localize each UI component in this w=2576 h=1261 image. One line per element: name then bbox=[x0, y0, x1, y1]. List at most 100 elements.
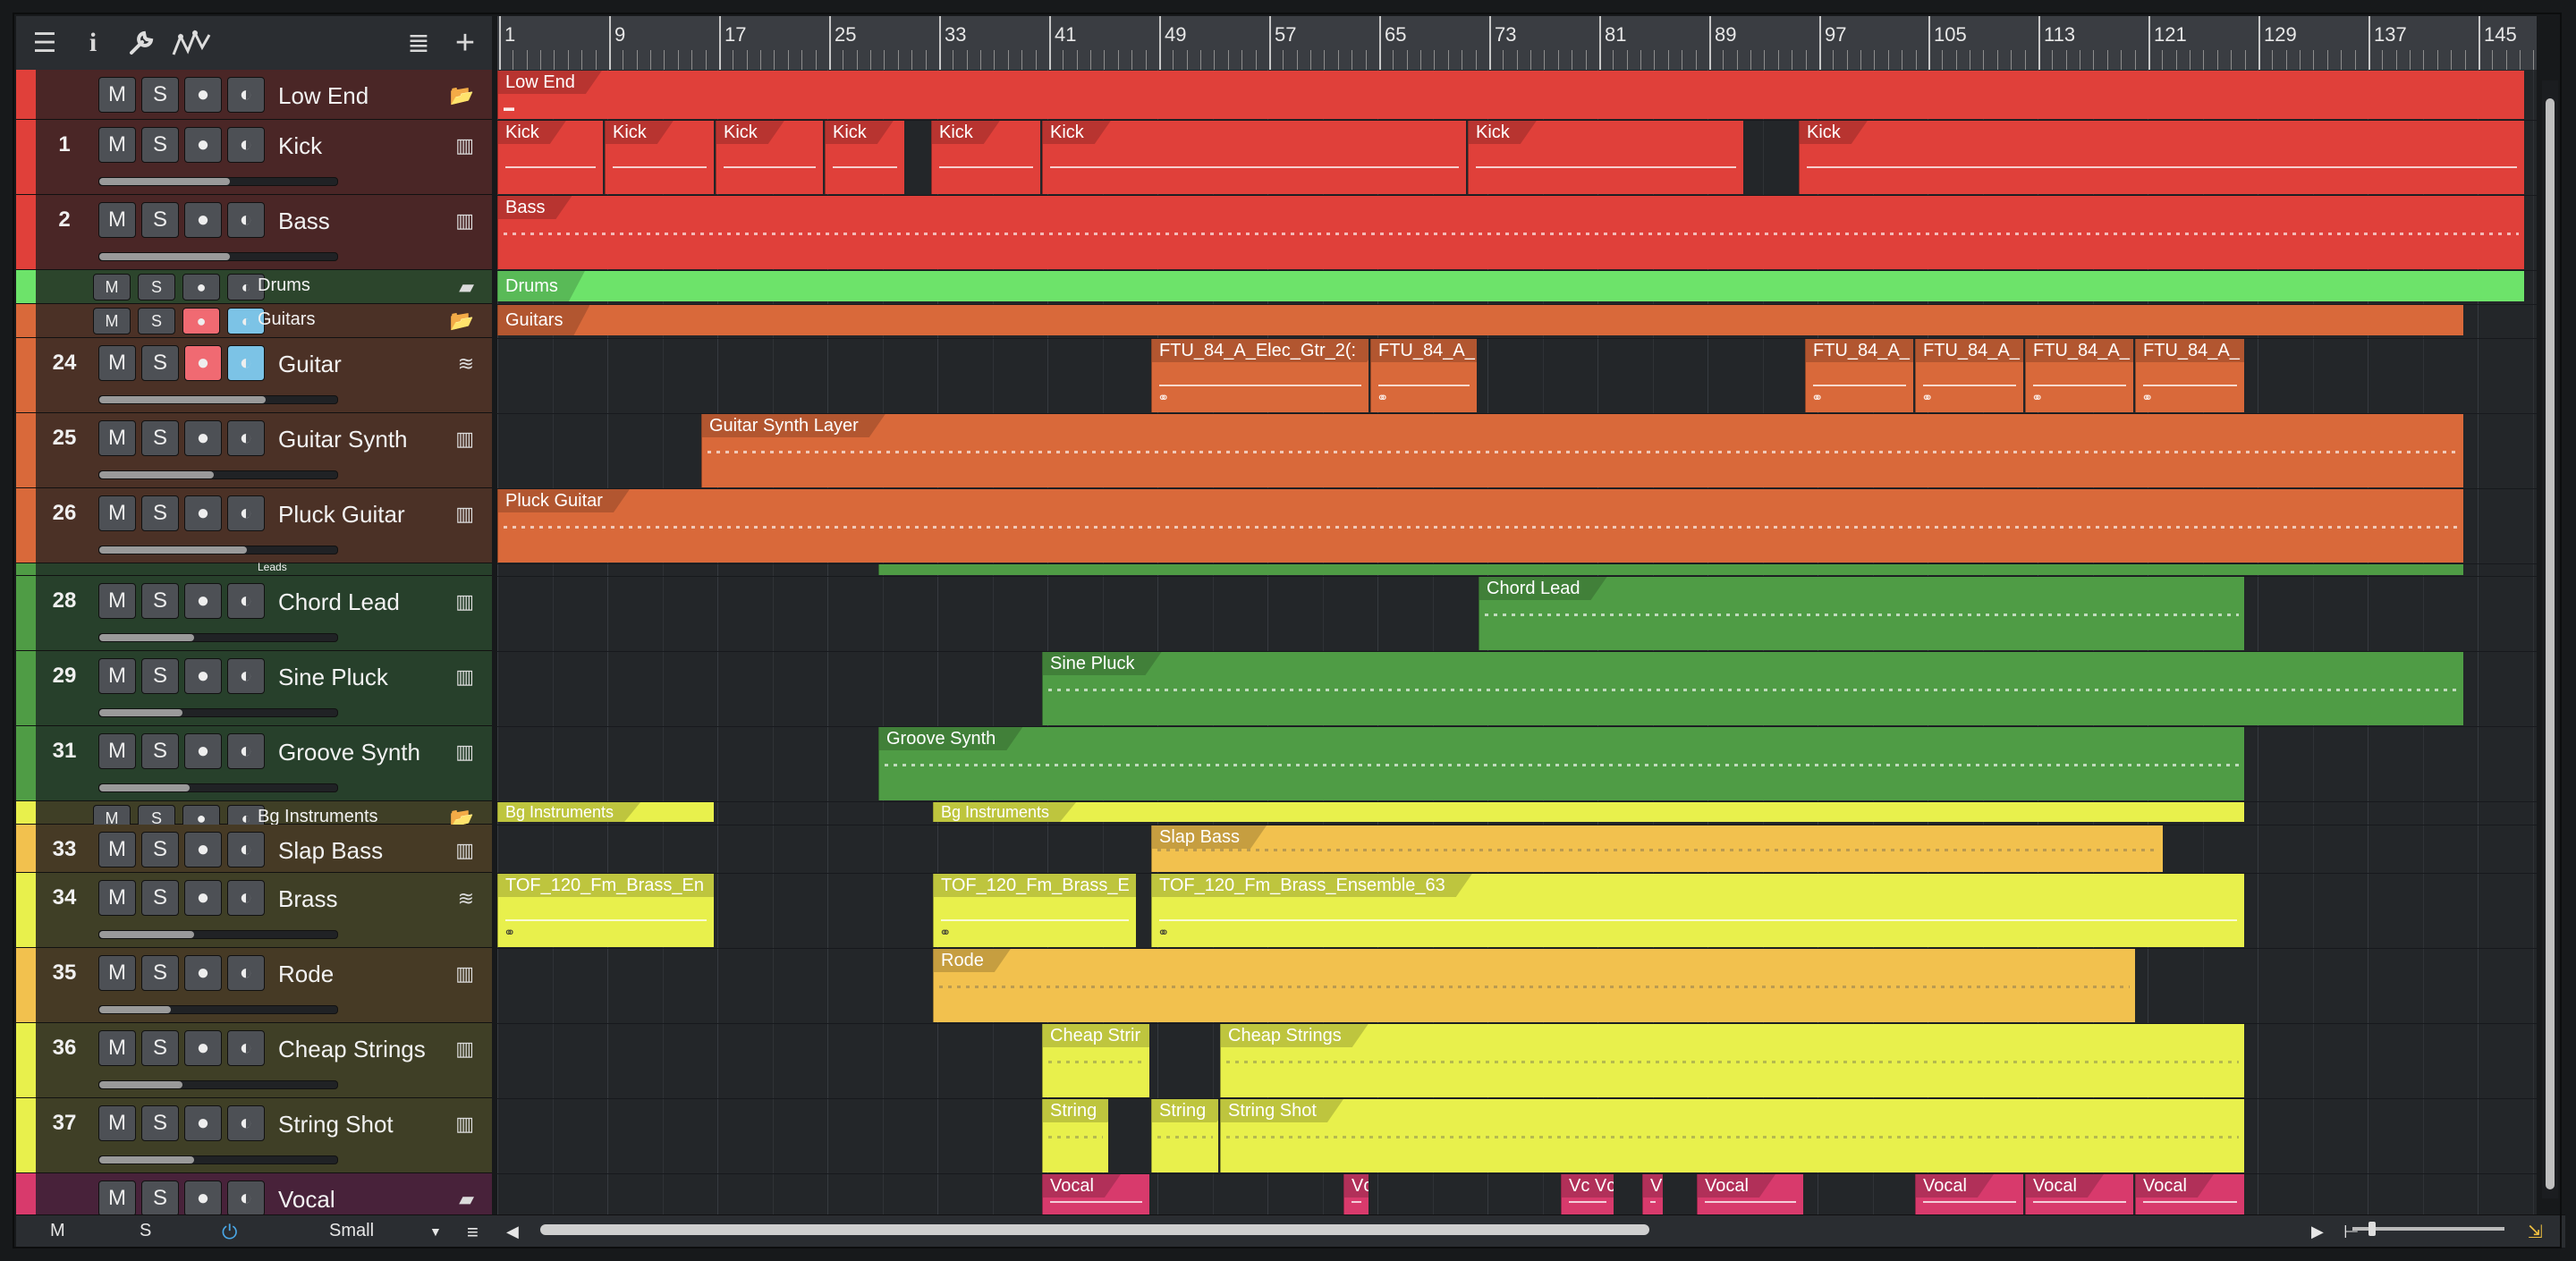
mute-button[interactable]: M bbox=[98, 420, 136, 456]
automation-icon[interactable] bbox=[172, 25, 211, 61]
track-row-rode[interactable]: M S ● ◐ 35 Rode ▥ bbox=[16, 948, 492, 1023]
track-row-kick[interactable]: M S ● ◐ 1 Kick ▥ bbox=[16, 120, 492, 195]
track-color-strip[interactable] bbox=[16, 1173, 36, 1214]
record-arm-button[interactable]: ● bbox=[182, 274, 220, 300]
monitor-button[interactable]: ◐ bbox=[227, 77, 265, 113]
clip-vocal[interactable]: Vocal bbox=[2135, 1174, 2244, 1214]
clip-tof-120-fm-brass-ensemble-63[interactable]: TOF_120_Fm_Brass_E ⚭ bbox=[933, 874, 1136, 947]
clip-sine-pluck[interactable]: Sine Pluck bbox=[1042, 652, 2463, 725]
clip-vocal[interactable]: Vc Vc bbox=[1561, 1174, 1614, 1214]
mute-button[interactable]: M bbox=[93, 274, 131, 300]
track-name[interactable]: Vocal bbox=[278, 1186, 335, 1214]
track-name[interactable]: Sine Pluck bbox=[278, 664, 388, 691]
monitor-button[interactable]: ◐ bbox=[227, 658, 265, 694]
solo-button[interactable]: S bbox=[141, 77, 179, 113]
mute-button[interactable]: M bbox=[98, 955, 136, 991]
clip-bass[interactable]: Bass bbox=[497, 196, 2524, 269]
volume-fader[interactable] bbox=[98, 783, 338, 792]
monitor-button[interactable]: ◐ bbox=[227, 955, 265, 991]
list-icon[interactable]: ≣ bbox=[399, 25, 438, 61]
monitor-button[interactable]: ◐ bbox=[227, 495, 265, 531]
clip-bg-instruments[interactable]: Bg Instruments bbox=[933, 802, 2244, 822]
mute-button[interactable]: M bbox=[98, 202, 136, 238]
track-name[interactable]: Groove Synth bbox=[278, 739, 420, 766]
clip-vocal[interactable]: Vc bbox=[1642, 1174, 1663, 1214]
clip-ftu-84-a-elec-gtr-2-[interactable]: FTU_84_A_ ⚭ bbox=[1915, 339, 2023, 412]
solo-button[interactable]: S bbox=[141, 583, 179, 619]
record-arm-button[interactable]: ● bbox=[184, 1181, 222, 1214]
track-color-strip[interactable] bbox=[16, 563, 36, 575]
monitor-button[interactable]: ◐ bbox=[227, 127, 265, 163]
volume-fader[interactable] bbox=[98, 252, 338, 261]
scroll-right-icon[interactable]: ▶ bbox=[2311, 1223, 2324, 1241]
clip-cheap-strings[interactable]: Cheap Strir bbox=[1042, 1024, 1149, 1097]
clip-kick[interactable]: Kick bbox=[716, 121, 823, 194]
clip-guitar-synth-layer[interactable]: Guitar Synth Layer bbox=[701, 414, 2463, 487]
clip-ftu-84-a-elec-gtr-2-[interactable]: FTU_84_A_ ⚭ bbox=[2135, 339, 2244, 412]
track-color-strip[interactable] bbox=[16, 1023, 36, 1097]
clip-vocal[interactable]: Vocal bbox=[1042, 1174, 1149, 1214]
track-color-strip[interactable] bbox=[16, 120, 36, 194]
record-arm-button[interactable]: ● bbox=[184, 955, 222, 991]
solo-button[interactable]: S bbox=[141, 955, 179, 991]
solo-button[interactable]: S bbox=[141, 495, 179, 531]
add-icon[interactable]: + bbox=[445, 24, 485, 62]
record-arm-button[interactable]: ● bbox=[184, 420, 222, 456]
track-name[interactable]: Slap Bass bbox=[278, 837, 383, 865]
volume-fader[interactable] bbox=[98, 930, 338, 939]
record-arm-button[interactable]: ● bbox=[184, 202, 222, 238]
mute-button[interactable]: M bbox=[98, 127, 136, 163]
zoom-slider-handle[interactable] bbox=[2368, 1222, 2376, 1236]
mute-button[interactable]: M bbox=[98, 880, 136, 916]
clip-kick[interactable]: Kick bbox=[605, 121, 714, 194]
track-color-strip[interactable] bbox=[16, 195, 36, 269]
clip-region[interactable] bbox=[878, 564, 2463, 575]
track-size-select[interactable]: Small bbox=[329, 1221, 374, 1241]
track-name[interactable]: Leads bbox=[258, 561, 287, 573]
track-color-strip[interactable] bbox=[16, 726, 36, 800]
solo-button[interactable]: S bbox=[138, 308, 175, 334]
track-name[interactable]: Chord Lead bbox=[278, 588, 400, 616]
track-name[interactable]: Guitar bbox=[278, 351, 342, 378]
mute-button[interactable]: M bbox=[98, 345, 136, 381]
mute-button[interactable]: M bbox=[93, 308, 131, 334]
mute-button[interactable]: M bbox=[98, 77, 136, 113]
clip-string-shot[interactable]: String Shot bbox=[1220, 1099, 2244, 1172]
track-row-slap-bass[interactable]: M S ● ◐ 33 Slap Bass ▥ bbox=[16, 825, 492, 873]
clip-low-end[interactable]: Low End ▬ bbox=[497, 71, 2524, 119]
track-row-cheap-strings[interactable]: M S ● ◐ 36 Cheap Strings ▥ bbox=[16, 1023, 492, 1098]
clip-kick[interactable]: Kick bbox=[1468, 121, 1743, 194]
info-icon[interactable]: i bbox=[73, 25, 113, 61]
volume-fader[interactable] bbox=[98, 395, 338, 404]
mute-button[interactable]: M bbox=[98, 1030, 136, 1066]
list-options-icon[interactable]: ≡ bbox=[467, 1221, 479, 1244]
track-name[interactable]: Bass bbox=[278, 207, 330, 235]
global-solo-button[interactable]: S bbox=[140, 1221, 151, 1241]
monitor-button[interactable]: ◐ bbox=[227, 832, 265, 867]
record-arm-button[interactable]: ● bbox=[184, 495, 222, 531]
clip-ftu-84-a-elec-gtr-2-[interactable]: FTU_84_A_ ⚭ bbox=[2025, 339, 2133, 412]
solo-button[interactable]: S bbox=[141, 832, 179, 867]
track-color-strip[interactable] bbox=[16, 948, 36, 1022]
track-row-string-shot[interactable]: M S ● ◐ 37 String Shot ▥ bbox=[16, 1098, 492, 1173]
mute-button[interactable]: M bbox=[98, 1181, 136, 1214]
monitor-button[interactable]: ◐ bbox=[227, 1030, 265, 1066]
record-arm-button[interactable]: ● bbox=[184, 832, 222, 867]
zoom-fit-icon[interactable]: ⇲ bbox=[2528, 1221, 2543, 1243]
solo-button[interactable]: S bbox=[141, 202, 179, 238]
track-row-leads[interactable]: Leads bbox=[16, 561, 492, 576]
clip-pluck-guitar[interactable]: Pluck Guitar bbox=[497, 489, 2463, 563]
clip-ftu-84-a-elec-gtr-2-[interactable]: FTU_84_A_Elec_Gtr_2(: ⚭ bbox=[1151, 339, 1368, 412]
track-row-bass[interactable]: M S ● ◐ 2 Bass ▥ bbox=[16, 195, 492, 270]
monitor-button[interactable]: ◐ bbox=[227, 880, 265, 916]
record-arm-button[interactable]: ● bbox=[184, 127, 222, 163]
power-icon[interactable]: ⏻ bbox=[222, 1221, 237, 1244]
zoom-out-icon[interactable]: ⊢ bbox=[2343, 1221, 2359, 1243]
solo-button[interactable]: S bbox=[141, 1105, 179, 1141]
clip-cheap-strings[interactable]: Cheap Strings bbox=[1220, 1024, 2244, 1097]
track-name[interactable]: Drums bbox=[258, 275, 310, 296]
track-row-vocal[interactable]: M S ● ◐ Vocal ▰ bbox=[16, 1173, 492, 1214]
clip-string-shot[interactable]: String bbox=[1151, 1099, 1218, 1172]
clip-kick[interactable]: Kick bbox=[497, 121, 603, 194]
track-name[interactable]: Pluck Guitar bbox=[278, 501, 405, 529]
